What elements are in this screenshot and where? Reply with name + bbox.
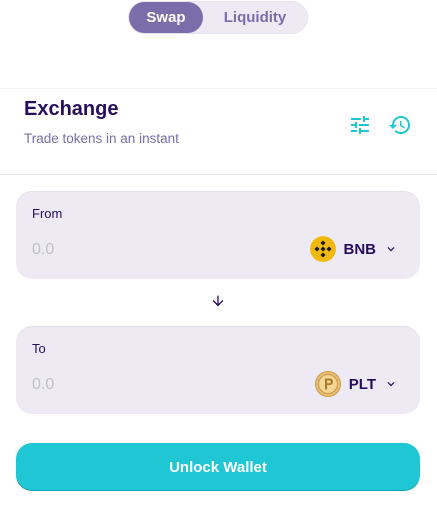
chevron-down-icon xyxy=(387,247,395,252)
from-token-selector[interactable]: BNB xyxy=(309,235,399,263)
from-amount-input[interactable]: 0.0 xyxy=(32,241,54,259)
from-token-name: BNB xyxy=(343,240,377,258)
to-amount-input[interactable]: 0.0 xyxy=(32,376,54,394)
settings-sliders-icon[interactable] xyxy=(348,113,372,137)
plt-coin-icon xyxy=(314,371,341,397)
tab-liquidity[interactable]: Liquidity xyxy=(203,2,307,33)
page-title: Exchange xyxy=(24,98,119,120)
swap-liquidity-toggle: Swap Liquidity xyxy=(128,1,308,34)
arrow-down-icon[interactable] xyxy=(210,293,226,309)
exchange-card: Exchange Trade tokens in an instant From… xyxy=(0,88,437,507)
to-token-selector[interactable]: PLT xyxy=(314,370,398,398)
card-header: Exchange Trade tokens in an instant xyxy=(0,89,437,175)
page-subtitle: Trade tokens in an instant xyxy=(24,131,179,146)
to-label: To xyxy=(32,341,46,356)
chevron-down-icon xyxy=(387,382,395,387)
to-token-name: PLT xyxy=(348,375,376,393)
history-icon[interactable] xyxy=(388,113,412,137)
to-token-panel: To 0.0 PLT xyxy=(16,326,420,414)
from-label: From xyxy=(32,206,63,221)
unlock-wallet-button[interactable]: Unlock Wallet xyxy=(16,443,420,491)
tab-swap[interactable]: Swap xyxy=(129,2,203,33)
bnb-coin-icon xyxy=(309,236,336,262)
from-token-panel: From 0.0 BNB xyxy=(16,191,420,279)
